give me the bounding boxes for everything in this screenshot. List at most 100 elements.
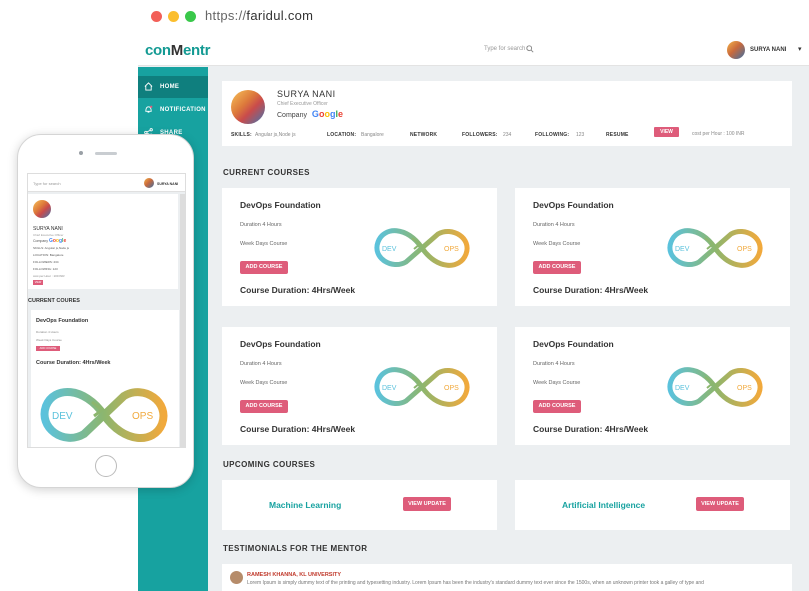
testimonial-avatar <box>230 571 243 584</box>
course-title: DevOps Foundation <box>533 339 614 349</box>
screenshot-stage: https://faridul.com conMentr Type for se… <box>0 0 809 591</box>
skills-label: SKILLS: <box>231 132 252 138</box>
add-course-button[interactable]: ADD COURSE <box>533 261 581 274</box>
location-label: LOCATION: <box>327 132 357 138</box>
upcoming-course-title[interactable]: Artificial Intelligence <box>562 500 645 510</box>
phone-course-card: DevOps Foundation Duration 4 Hours Week … <box>31 310 179 447</box>
sidebar-item-notification[interactable]: NOTIFICATION <box>138 99 208 121</box>
course-total-duration: Course Duration: 4Hrs/Week <box>533 285 649 295</box>
search-placeholder: Type for search <box>484 46 526 52</box>
maximize-window-dot[interactable] <box>185 11 196 22</box>
course-duration: Duration 4 Hours <box>533 361 575 367</box>
address-bar[interactable]: https://faridul.com <box>205 8 313 23</box>
logo-prefix: con <box>145 42 171 59</box>
ops-label: OPS <box>737 246 752 253</box>
network-link[interactable]: NETWORK <box>410 132 437 138</box>
sidebar-item-label: HOME <box>160 84 180 90</box>
course-card: DevOps Foundation Duration 4 Hours Week Da… <box>222 327 497 445</box>
dev-label: DEV <box>675 246 690 253</box>
company-logo: Google <box>311 109 343 119</box>
upcoming-course-title[interactable]: Machine Learning <box>269 500 341 510</box>
dev-label: DEV <box>382 385 397 392</box>
skills-value: Angular js,Node js <box>255 132 296 138</box>
following-value: 123 <box>576 132 585 138</box>
phone-mockup: Type for search SURYA NANI SURYA NANI Ch… <box>17 134 194 488</box>
resume-label: RESUME <box>606 132 629 138</box>
phone-add-course-button[interactable]: ADD COURSE <box>36 346 60 351</box>
course-total-duration: Course Duration: 4Hrs/Week <box>533 424 649 434</box>
close-window-dot[interactable] <box>151 11 162 22</box>
course-duration: Duration 4 Hours <box>533 222 575 228</box>
dev-label: DEV <box>382 246 397 253</box>
course-days: Week Days Course <box>533 241 581 247</box>
phone-user-name: SURYA NANI <box>157 182 179 186</box>
phone-cost: cost per Hour : 100 INR <box>33 274 65 278</box>
phone-course-days: Week Days Course <box>36 338 62 342</box>
upcoming-courses-title: UPCOMING COURSES <box>223 460 316 469</box>
phone-location: LOCATION: Bangalore <box>33 253 64 257</box>
app-window: conMentr Type for search SURYA NANI ▾ HO… <box>138 34 809 591</box>
view-update-button[interactable]: VIEW UPDATE <box>403 497 451 511</box>
ops-label: OPS <box>737 385 752 392</box>
company-label: Company <box>277 112 307 119</box>
phone-top-bar: Type for search SURYA NANI <box>28 174 185 192</box>
course-duration: Duration 4 Hours <box>240 222 282 228</box>
sidebar-item-home[interactable]: HOME <box>138 76 208 98</box>
phone-followers: FOLLOWERS: 234 <box>33 260 59 264</box>
phone-current-courses-title: CURRENT COURES <box>28 298 80 304</box>
search-icon[interactable] <box>526 45 534 53</box>
phone-profile-avatar <box>33 200 51 218</box>
phone-company-label: Company <box>33 239 48 243</box>
bell-icon <box>145 105 153 113</box>
course-days: Week Days Course <box>240 380 288 386</box>
phone-profile-card: SURYA NANI Chief Executive Officer Compa… <box>28 194 178 289</box>
course-duration: Duration 4 Hours <box>240 361 282 367</box>
devops-infinity-icon: DEV OPS <box>40 388 168 442</box>
course-title: DevOps Foundation <box>240 200 321 210</box>
user-name: SURYA NANI <box>750 47 787 53</box>
cost-per-hour: cost per Hour : 100 INR <box>692 131 745 137</box>
phone-search-input[interactable]: Type for search <box>33 181 61 186</box>
phone-camera <box>79 151 83 155</box>
course-total-duration: Course Duration: 4Hrs/Week <box>240 424 356 434</box>
phone-scrollbar[interactable] <box>180 194 185 447</box>
phone-dev-label: DEV <box>52 411 73 422</box>
sidebar-item-label: NOTIFICATION <box>160 107 206 113</box>
logo[interactable]: conMentr <box>145 42 210 59</box>
course-total-duration: Course Duration: 4Hrs/Week <box>240 285 356 295</box>
location-value: Bangalore <box>361 132 384 138</box>
profile-role: Chief Executive Officer <box>277 101 328 107</box>
course-title: DevOps Foundation <box>533 200 614 210</box>
phone-home-button[interactable] <box>95 455 117 477</box>
top-bar: conMentr Type for search SURYA NANI ▾ <box>138 34 809 66</box>
course-card: DevOps Foundation Duration 4 Hours Week Da… <box>515 188 790 306</box>
phone-following: FOLLOWING: 123 <box>33 267 58 271</box>
view-update-button[interactable]: VIEW UPDATE <box>696 497 744 511</box>
profile-card: SURYA NANI Chief Executive Officer Compa… <box>222 81 792 146</box>
add-course-button[interactable]: ADD COURSE <box>240 261 288 274</box>
testimonial-text: Lorem Ipsum is simply dummy text of the … <box>247 580 704 586</box>
upcoming-course-card: Machine Learning VIEW UPDATE <box>222 480 497 530</box>
phone-profile-role: Chief Executive Officer <box>33 233 64 237</box>
profile-company: Company Google <box>277 109 343 119</box>
add-course-button[interactable]: ADD COURSE <box>240 400 288 413</box>
url-scheme: https:// <box>205 8 247 23</box>
avatar <box>144 178 154 188</box>
ops-label: OPS <box>444 246 459 253</box>
phone-course-title: DevOps Foundation <box>36 318 89 324</box>
view-resume-button[interactable]: VIEW <box>654 127 679 137</box>
phone-course-duration: Duration 4 Hours <box>36 330 59 334</box>
phone-view-button[interactable]: VIEW <box>33 280 43 285</box>
minimize-window-dot[interactable] <box>168 11 179 22</box>
phone-skills: SKILLS: Angular js,Node js <box>33 246 70 250</box>
devops-infinity-icon: DEV OPS <box>374 228 470 268</box>
logo-mark: M <box>170 42 184 59</box>
add-course-button[interactable]: ADD COURSE <box>533 400 581 413</box>
course-title: DevOps Foundation <box>240 339 321 349</box>
url-host: faridul.com <box>246 8 314 23</box>
avatar <box>727 41 745 59</box>
testimonials-title: TESTIMONIALS FOR THE MENTOR <box>223 544 368 553</box>
search-input[interactable]: Type for search <box>484 45 534 53</box>
chevron-down-icon: ▾ <box>798 46 802 53</box>
course-days: Week Days Course <box>533 380 581 386</box>
